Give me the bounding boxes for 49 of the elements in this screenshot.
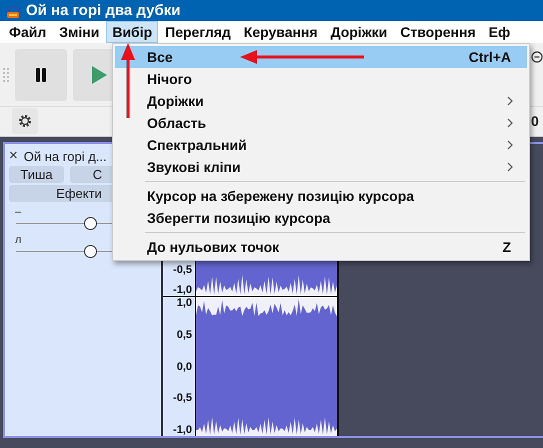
slider-label: –: [14, 206, 22, 218]
slider-thumb[interactable]: [84, 217, 97, 230]
menu-item[interactable]: Доріжки: [324, 21, 394, 44]
option-label: Курсор на збережену позицію курсора: [147, 188, 414, 204]
pause-button[interactable]: [15, 48, 67, 101]
menu-item[interactable]: Еф: [482, 21, 516, 44]
track-button[interactable]: Тиша: [9, 166, 64, 184]
menu-option[interactable]: Область: [115, 112, 527, 134]
axis-label: 0,5: [176, 328, 192, 341]
play-icon: [91, 66, 107, 84]
zoom-out-icon[interactable]: [531, 51, 543, 64]
track-name[interactable]: Ой на горі д...: [24, 148, 107, 164]
option-label: До нульових точок: [147, 239, 280, 255]
option-label: Все: [147, 49, 173, 65]
menu-item[interactable]: Перегляд: [159, 21, 237, 44]
close-icon[interactable]: ×: [9, 148, 18, 164]
menu-option[interactable]: Зберегти позицію курсора: [115, 207, 527, 229]
settings-icon: [17, 113, 33, 130]
menu-option[interactable]: Доріжки: [115, 90, 527, 112]
axis-label: 0,0: [176, 360, 192, 372]
toolbar-reading: 0: [531, 113, 540, 130]
menu-item[interactable]: Файл: [3, 21, 52, 44]
option-label: Звукові кліпи: [147, 159, 241, 175]
menu-option[interactable]: До нульових точок Z: [115, 236, 527, 258]
settings-button[interactable]: [12, 108, 38, 134]
option-label: Спектральний: [147, 137, 247, 153]
axis-label: -0,5: [173, 392, 192, 404]
option-label: Доріжки: [147, 93, 204, 109]
window-title: Ой на горі два дубки: [26, 2, 180, 20]
option-label: Нічого: [147, 71, 192, 87]
menu-item[interactable]: Вибір: [106, 21, 158, 44]
axis-label: -0,5: [173, 264, 192, 276]
menu-option[interactable]: Спектральний: [115, 134, 527, 156]
axis-label: 1,0: [176, 297, 192, 310]
shortcut-label: Ctrl+A: [468, 49, 511, 65]
slider-thumb[interactable]: [84, 245, 97, 258]
menu-item[interactable]: Створення: [394, 21, 482, 44]
slider-label: л: [14, 234, 22, 246]
axis-label: -1,0: [173, 424, 192, 436]
drag-handle-icon[interactable]: [3, 68, 9, 82]
option-label: Зберегти позицію курсора: [147, 210, 330, 226]
shortcut-label: Z: [502, 239, 511, 255]
axis-label: -1,0: [173, 284, 192, 296]
option-label: Область: [147, 115, 206, 131]
menu-option[interactable]: Нічого: [115, 68, 527, 90]
menu-item[interactable]: Зміни: [53, 21, 106, 44]
menu-option[interactable]: Все Ctrl+A: [115, 46, 527, 68]
menu-item[interactable]: Керування: [238, 21, 324, 44]
pause-icon: [35, 68, 47, 82]
